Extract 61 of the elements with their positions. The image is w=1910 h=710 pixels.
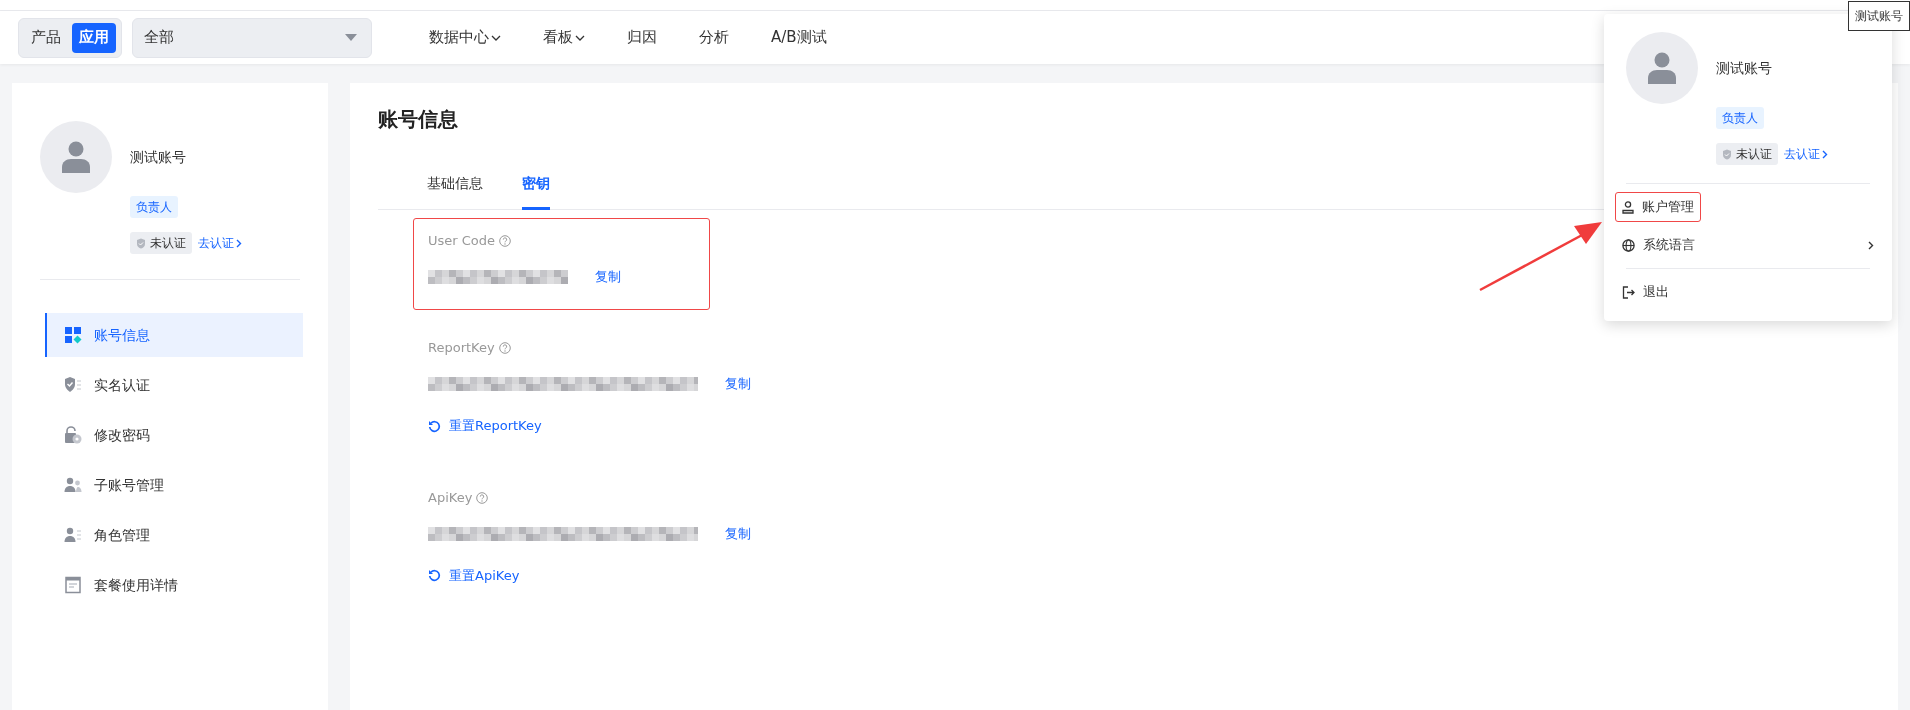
reset-link[interactable]: 重置ApiKey (428, 563, 520, 588)
reset-icon (428, 419, 441, 433)
user-icon (1622, 200, 1634, 214)
dashboard-icon (64, 326, 82, 344)
menu-item[interactable]: 退出 (1615, 277, 1881, 307)
chevron-right-icon (1822, 149, 1828, 159)
nav-link[interactable]: 归因 (627, 26, 657, 49)
copy-link[interactable]: 复制 (725, 374, 751, 394)
user-list-icon (64, 526, 82, 544)
account-name: 测试账号 (1716, 58, 1772, 78)
document-icon (64, 576, 82, 594)
key-label: ReportKey (428, 339, 495, 358)
nav-link[interactable]: 数据中心 (429, 26, 501, 49)
tab[interactable]: 基础信息 (427, 173, 483, 210)
chevron-down-icon (575, 34, 585, 41)
copy-link[interactable]: 复制 (725, 523, 751, 544)
caret-icon (345, 34, 357, 41)
globe-icon (1622, 238, 1635, 252)
key-label: User Code (428, 232, 496, 251)
reset-icon (428, 569, 441, 582)
users-icon (64, 476, 82, 494)
account-name: 测试账号 (130, 147, 186, 167)
reset-link[interactable]: 重置ReportKey (428, 414, 542, 438)
scope-option[interactable]: 产品 (24, 22, 68, 53)
chevron-down-icon (491, 34, 501, 41)
logout-icon (1622, 285, 1635, 299)
help-icon (498, 342, 511, 354)
verify-link[interactable]: 去认证 (198, 234, 242, 252)
help-icon (476, 491, 489, 504)
tooltip: 测试账号 (1848, 1, 1910, 31)
status-text: 未认证 (150, 235, 186, 252)
shield-icon (136, 237, 146, 249)
verify-link[interactable]: 去认证 (1784, 145, 1828, 163)
person-silhouette-icon (1648, 52, 1676, 84)
scope-option[interactable]: 应用 (72, 22, 116, 53)
sidebar-item[interactable]: 实名认证 (45, 363, 303, 407)
sidebar-item[interactable]: 子账号管理 (45, 463, 303, 507)
scope-select[interactable]: 全部 (132, 17, 372, 58)
nav-link[interactable]: 分析 (699, 26, 729, 49)
sidebar-item[interactable]: 修改密码 (45, 413, 303, 457)
status-text: 未认证 (1736, 146, 1772, 163)
sidebar-item[interactable]: 角色管理 (45, 513, 303, 557)
sidebar-item[interactable]: 账号信息 (45, 313, 303, 357)
lock-gear-icon (64, 426, 82, 444)
help-icon (499, 235, 512, 247)
role-tag: 负责人 (130, 196, 178, 218)
shield-icon (64, 376, 82, 394)
nav-link[interactable]: A/B测试 (771, 26, 827, 49)
page-title: 账号信息 (378, 107, 458, 131)
menu-item[interactable]: 系统语言 (1615, 230, 1881, 260)
key-label: ApiKey (428, 488, 473, 507)
chevron-right-icon (236, 238, 242, 248)
nav-link[interactable]: 看板 (543, 26, 585, 49)
menu-item[interactable]: 账户管理 (1615, 192, 1701, 222)
person-silhouette-icon (62, 141, 90, 173)
sidebar-item[interactable]: 套餐使用详情 (45, 563, 303, 607)
copy-link[interactable]: 复制 (595, 267, 621, 287)
tab[interactable]: 密钥 (522, 173, 550, 210)
role-tag: 负责人 (1716, 107, 1764, 129)
chevron-right-icon (1868, 241, 1874, 251)
shield-icon (1722, 148, 1732, 160)
